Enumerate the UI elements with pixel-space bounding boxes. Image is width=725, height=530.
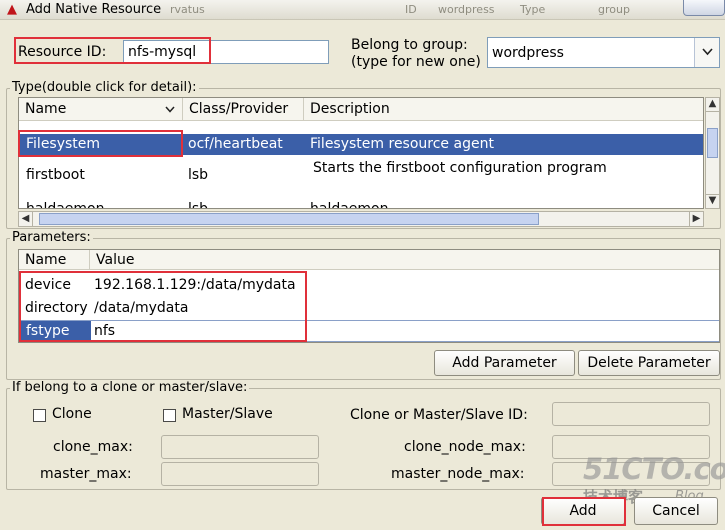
resource-id-highlight — [14, 37, 211, 64]
master-max-input[interactable] — [161, 462, 319, 486]
scroll-down-arrow-icon[interactable]: ▼ — [706, 194, 719, 208]
row-description: haldaemon — [310, 201, 389, 209]
clone-checkbox[interactable] — [33, 409, 46, 422]
row-name: haldaemon — [26, 201, 105, 209]
add-parameter-button[interactable]: Add Parameter — [434, 350, 575, 376]
column-header-label: Class/Provider — [189, 101, 289, 117]
selected-type-highlight — [18, 130, 183, 157]
column-header-label: Name — [25, 252, 67, 268]
type-section-label: Type(double click for detail): — [10, 80, 199, 96]
title-bar: ▲ Add Native Resource rvatus ID wordpres… — [0, 0, 725, 20]
scrollbar-thumb[interactable] — [707, 128, 718, 158]
delete-parameter-button[interactable]: Delete Parameter — [578, 350, 720, 376]
group-label-hint: (type for new one) — [351, 54, 481, 70]
group-dropdown-button[interactable] — [694, 38, 719, 67]
add-button-highlight — [542, 497, 626, 526]
column-header-label: Value — [96, 252, 135, 268]
clone-max-label: clone_max: — [53, 439, 133, 455]
column-header-description[interactable]: Description — [304, 98, 703, 120]
row-provider: lsb — [188, 167, 209, 183]
parameters-highlight — [19, 271, 307, 342]
app-icon: ▲ — [7, 2, 17, 17]
scroll-left-arrow-icon[interactable]: ◀ — [19, 212, 33, 226]
column-header-label: Name — [25, 101, 67, 117]
clone-max-input[interactable] — [161, 435, 319, 459]
group-value: wordpress — [492, 45, 564, 61]
row-provider: lsb — [188, 201, 209, 209]
group-label: Belong to group: — [351, 37, 468, 53]
group-combobox[interactable]: wordpress — [487, 37, 720, 68]
window-close-button[interactable] — [683, 0, 725, 16]
column-header-value[interactable]: Value — [90, 250, 719, 270]
column-header-label: Description — [310, 101, 390, 117]
column-header-name[interactable]: Name — [19, 250, 90, 270]
clone-id-label: Clone or Master/Slave ID: — [350, 407, 528, 423]
table-row[interactable]: firstboot lsb Starts the firstboot confi… — [19, 156, 703, 194]
type-horizontal-scrollbar[interactable]: ◀ ▶ — [18, 211, 704, 227]
row-provider: ocf/heartbeat — [188, 136, 283, 152]
master-max-label: master_max: — [40, 466, 132, 482]
background-column: ID — [405, 3, 417, 16]
master-node-max-label: master_node_max: — [391, 466, 525, 482]
scroll-right-arrow-icon[interactable]: ▶ — [689, 212, 703, 226]
table-row[interactable]: haldaemon lsb haldaemon — [19, 198, 703, 209]
chevron-down-icon — [702, 48, 713, 56]
cancel-button[interactable]: Cancel — [634, 497, 718, 525]
window-title: Add Native Resource — [26, 2, 162, 17]
clone-checkbox-label: Clone — [52, 406, 92, 422]
background-column: group — [598, 3, 630, 16]
background-column: rvatus — [170, 3, 205, 16]
scroll-up-arrow-icon[interactable]: ▲ — [706, 98, 719, 112]
scrollbar-thumb[interactable] — [39, 213, 539, 225]
clone-node-max-label: clone_node_max: — [404, 439, 526, 455]
row-name: firstboot — [26, 167, 85, 183]
row-description: Filesystem resource agent — [310, 136, 494, 152]
master-slave-checkbox-label: Master/Slave — [182, 406, 273, 422]
type-table-header: Name Class/Provider Description — [19, 98, 703, 121]
watermark-site: 51CTO.com — [583, 452, 725, 486]
column-header-name[interactable]: Name — [19, 98, 183, 120]
background-column: Type — [520, 3, 546, 16]
master-slave-checkbox[interactable] — [163, 409, 176, 422]
parameters-table-header: Name Value — [19, 250, 719, 270]
row-description: Starts the firstboot configuration progr… — [313, 160, 607, 176]
parameters-section-label: Parameters: — [10, 230, 93, 246]
type-vertical-scrollbar[interactable]: ▲ ▼ — [705, 97, 720, 209]
clone-section-label: If belong to a clone or master/slave: — [10, 380, 250, 396]
background-column: wordpress — [438, 3, 495, 16]
clone-id-input[interactable] — [552, 402, 710, 426]
chevron-down-icon — [165, 106, 175, 113]
column-header-provider[interactable]: Class/Provider — [183, 98, 304, 120]
